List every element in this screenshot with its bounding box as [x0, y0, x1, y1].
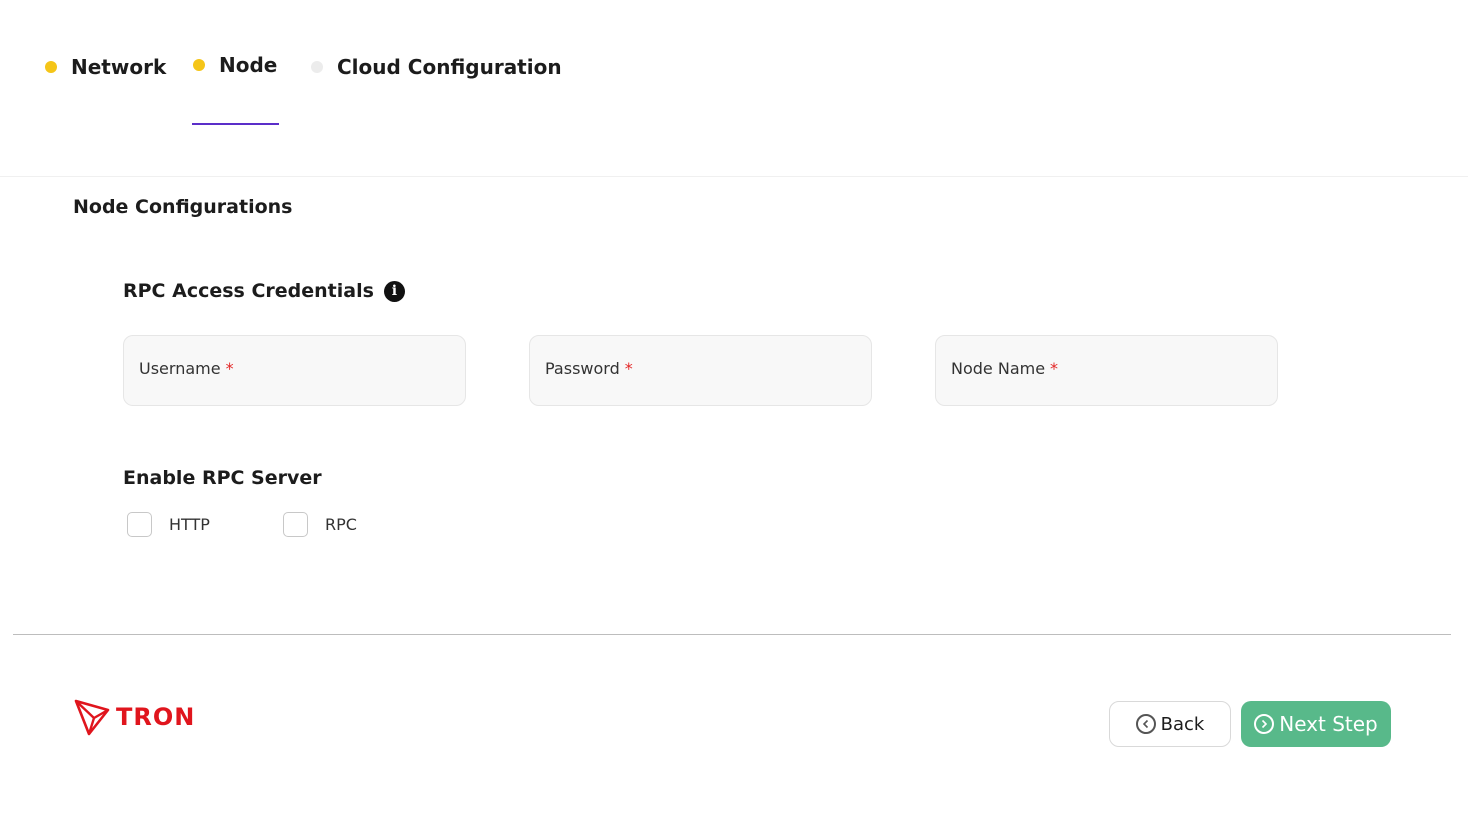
tab-network-label: Network — [71, 55, 167, 79]
required-mark: * — [225, 359, 234, 378]
password-label: Password * — [545, 359, 633, 378]
username-field[interactable]: Username * — [123, 335, 466, 406]
required-mark: * — [624, 359, 633, 378]
rpc-checkbox-label: RPC — [325, 515, 357, 534]
rpc-credentials-title: RPC Access Credentials — [123, 280, 374, 302]
rpc-checkbox[interactable]: RPC — [283, 512, 357, 537]
enable-rpc-server-title: Enable RPC Server — [123, 467, 322, 489]
rpc-credentials-heading: RPC Access Credentials i — [123, 280, 405, 302]
back-button-label: Back — [1160, 713, 1205, 735]
http-checkbox-label: HTTP — [169, 515, 210, 534]
tab-node[interactable]: Node — [193, 51, 277, 79]
tab-cloud-configuration[interactable]: Cloud Configuration — [311, 53, 562, 81]
checkbox-box[interactable] — [283, 512, 308, 537]
footer-divider — [13, 634, 1451, 635]
chevron-left-icon — [1135, 714, 1156, 734]
next-step-button-label: Next Step — [1279, 712, 1378, 736]
back-button[interactable]: Back — [1109, 701, 1231, 747]
http-checkbox[interactable]: HTTP — [127, 512, 210, 537]
info-icon[interactable]: i — [383, 280, 405, 302]
step-status-dot — [45, 61, 57, 73]
tab-cloud-configuration-label: Cloud Configuration — [337, 55, 562, 79]
tron-logo: TRON — [74, 698, 195, 736]
required-mark: * — [1050, 359, 1059, 378]
tab-node-label: Node — [219, 53, 278, 77]
chevron-right-icon — [1254, 714, 1275, 734]
node-name-label: Node Name * — [951, 359, 1059, 378]
step-status-dot — [311, 61, 323, 73]
username-label: Username * — [139, 359, 234, 378]
setup-wizard-page: Network Node Cloud Configuration Node Co… — [0, 0, 1468, 828]
stepper-tabs: Network Node Cloud Configuration — [0, 0, 1468, 177]
password-field[interactable]: Password * — [529, 335, 872, 406]
tab-network[interactable]: Network — [45, 53, 166, 81]
section-title: Node Configurations — [73, 196, 293, 218]
next-step-button[interactable]: Next Step — [1241, 701, 1391, 747]
step-status-dot — [193, 59, 205, 71]
node-name-field[interactable]: Node Name * — [935, 335, 1278, 406]
tron-logo-icon — [74, 699, 110, 736]
checkbox-box[interactable] — [127, 512, 152, 537]
tron-logo-text: TRON — [116, 703, 196, 731]
active-tab-indicator — [192, 123, 279, 125]
